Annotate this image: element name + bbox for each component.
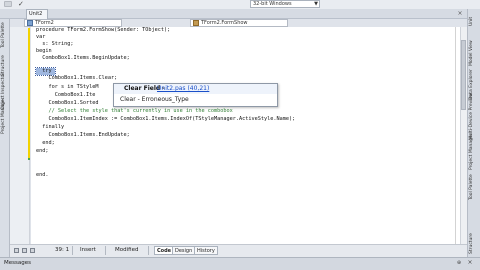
scrollbar-thumb[interactable] [461,40,466,110]
code-line[interactable]: procedure TForm2.FormShow(Sender: TObjec… [36,27,170,34]
insert-mode: Insert [80,247,96,253]
tab-unit2[interactable]: Unit2 [26,9,48,19]
editor-status-bar [10,244,467,257]
code-line[interactable]: finally [36,124,64,131]
close-tab-icon[interactable]: × [456,10,464,18]
editor-tab-row [0,9,467,19]
right-panel-tab-2[interactable]: Model View [469,30,477,66]
left-panel-tab-4[interactable]: Project Manager [1,97,9,134]
code-line[interactable]: s: String; [36,41,73,48]
status-separator [72,246,73,255]
modified-indicator: Modified [115,247,139,253]
method-combo-value: TForm2.FormShow [201,20,248,26]
class-combo-value: TForm2 [35,20,54,26]
left-panel-tab-1[interactable]: Tool Palette [1,22,9,48]
popup-error-item[interactable]: Clear - Erroneous_Type [120,96,189,104]
top-toolbar [0,0,480,9]
code-line[interactable]: ComboBox1.Items.Clear; [36,75,117,82]
code-line[interactable]: begin [36,48,52,55]
class-icon [27,20,33,26]
code-line[interactable]: end. [36,172,49,179]
bookmark-icon[interactable] [30,248,35,253]
code-line[interactable]: ComboBox1.Items.BeginUpdate; [36,55,129,62]
tab-history[interactable]: History [194,246,218,255]
code-line[interactable]: for s in TStyleM [36,84,98,91]
messages-title: Messages [4,260,31,266]
target-platform-combo[interactable]: 32-bit Windows [250,0,320,8]
editor-gutter [10,27,30,244]
code-line[interactable]: end; [36,140,55,147]
right-panel-tab-1[interactable]: Unit [469,14,477,26]
target-platform-value: 32-bit Windows [253,1,292,7]
pin-icon[interactable]: ⊕ [455,259,463,267]
saved-lines-marker [28,158,30,160]
checkmark-icon[interactable]: ✓ [18,0,28,8]
code-line[interactable]: end; [36,148,49,155]
code-comment-line[interactable]: // Select the style that's currently in … [36,108,232,115]
modified-lines-marker [28,28,30,158]
right-panel-tab-6[interactable]: Tool Palette [469,174,477,200]
code-line[interactable]: ComboBox1.Ite [36,92,96,99]
status-separator [148,246,149,255]
tab-design[interactable]: Design [172,246,196,255]
close-icon[interactable]: × [466,259,474,267]
nav-forward-icon[interactable] [22,248,27,253]
right-panel-tab-7[interactable]: Structure [469,206,477,254]
right-panel-tab-5[interactable]: Project Manager [469,133,477,170]
messages-panel [0,257,480,270]
code-line[interactable]: ComboBox1.ItemIndex := ComboBox1.Items.I… [36,116,295,123]
code-line[interactable]: ComboBox1.Items.EndUpdate; [36,132,129,139]
chevron-down-icon[interactable]: ▼ [312,0,320,8]
code-line[interactable]: ComboBox1.Sorted [36,100,98,107]
status-separator [105,246,106,255]
class-combo[interactable]: TForm2 [24,19,122,27]
code-line[interactable]: var [36,34,45,41]
nav-back-icon[interactable] [14,248,19,253]
code-line[interactable]: try [36,68,51,75]
method-combo[interactable]: TForm2.FormShow [190,19,288,27]
right-margin-line [455,27,456,244]
method-icon [193,20,199,26]
cursor-position: 39: 1 [55,247,70,253]
tab-unit2-label: Unit2 [29,11,43,17]
toolbar-button[interactable] [4,1,12,7]
popup-error-location-link[interactable]: Unit2.pas (40,21) [157,85,209,93]
